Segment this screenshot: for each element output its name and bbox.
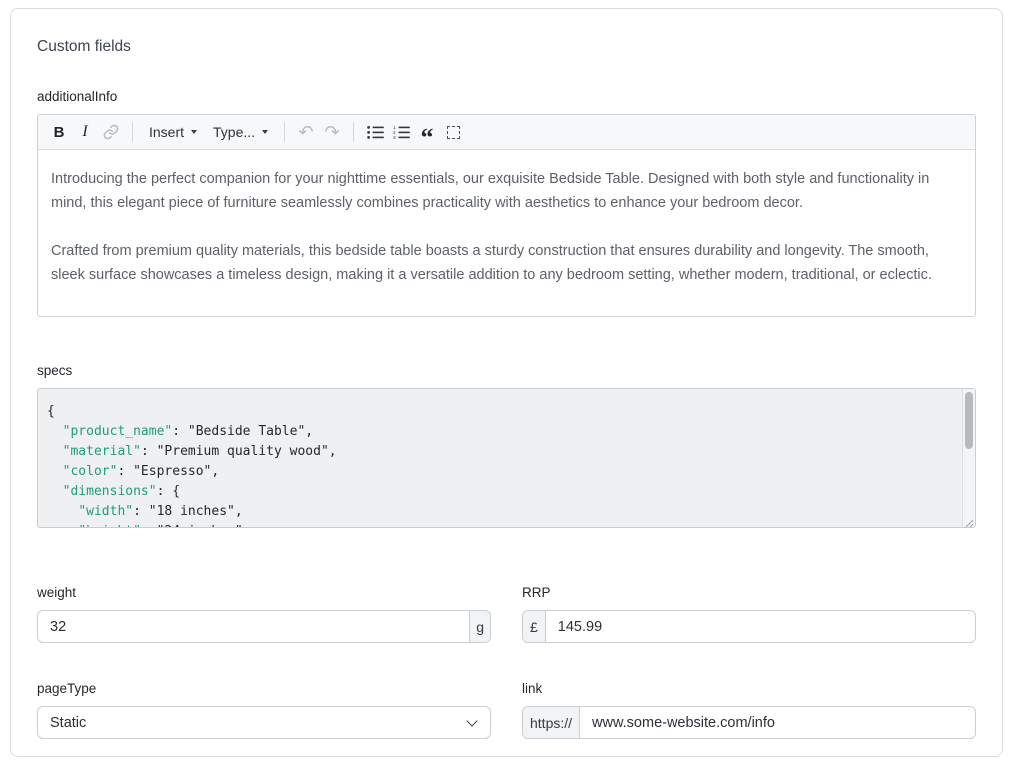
page-type-field: pageType Static xyxy=(37,681,491,739)
bullet-list-button[interactable] xyxy=(362,119,388,145)
caret-down-icon xyxy=(191,130,197,134)
specs-scrollbar[interactable] xyxy=(962,389,975,527)
code-line: "height": "24 inches", xyxy=(47,522,951,528)
type-menu-button[interactable]: Type... xyxy=(205,119,276,145)
rrp-field: RRP £ xyxy=(522,585,976,643)
redo-icon: ↷ xyxy=(325,123,340,141)
link-input[interactable] xyxy=(580,707,975,738)
redo-button[interactable]: ↷ xyxy=(319,119,345,145)
page-type-select[interactable]: Static xyxy=(37,706,491,739)
weight-input-group: g xyxy=(37,610,491,643)
undo-icon: ↶ xyxy=(299,123,314,141)
caret-down-icon xyxy=(262,130,268,134)
bold-button[interactable]: B xyxy=(46,119,72,145)
blockquote-button[interactable]: “ xyxy=(414,119,440,145)
code-line: "dimensions": { xyxy=(47,482,951,502)
rrp-label: RRP xyxy=(522,585,976,600)
numbered-list-icon: 1 2 3 xyxy=(393,125,410,140)
link-field: link https:// xyxy=(522,681,976,739)
link-button[interactable] xyxy=(98,119,124,145)
svg-text:3: 3 xyxy=(393,135,396,140)
code-line: { xyxy=(47,402,951,422)
link-input-group: https:// xyxy=(522,706,976,739)
undo-button[interactable]: ↶ xyxy=(293,119,319,145)
code-line: "color": "Espresso", xyxy=(47,462,951,482)
code-line: "width": "18 inches", xyxy=(47,502,951,522)
toolbar-divider xyxy=(132,122,133,142)
code-line: "product_name": "Bedside Table", xyxy=(47,422,951,442)
link-icon xyxy=(103,124,119,140)
protocol-addon: https:// xyxy=(523,707,580,738)
editor-paragraph: Introducing the perfect companion for yo… xyxy=(51,167,962,215)
weight-unit-addon: g xyxy=(469,611,490,642)
custom-fields-card: Custom fields additionalInfo B I Insert … xyxy=(10,8,1003,757)
resize-handle-icon[interactable] xyxy=(963,515,974,526)
show-blocks-button[interactable] xyxy=(440,119,466,145)
link-label: link xyxy=(522,681,976,696)
rrp-input-group: £ xyxy=(522,610,976,643)
additional-info-label: additionalInfo xyxy=(37,89,976,104)
specs-code: { "product_name": "Bedside Table", "mate… xyxy=(38,389,975,528)
scrollbar-thumb[interactable] xyxy=(965,392,973,449)
dashed-square-icon xyxy=(447,126,460,139)
weight-input[interactable] xyxy=(38,611,469,642)
page-title: Custom fields xyxy=(37,38,976,56)
specs-textarea[interactable]: { "product_name": "Bedside Table", "mate… xyxy=(37,388,976,528)
editor-toolbar: B I Insert Type... ↶ ↷ xyxy=(38,115,975,150)
page-type-select-wrap: Static xyxy=(37,706,491,739)
rich-text-editor: B I Insert Type... ↶ ↷ xyxy=(37,114,976,317)
page-type-label: pageType xyxy=(37,681,491,696)
bullet-list-icon xyxy=(367,125,384,140)
editor-content[interactable]: Introducing the perfect companion for yo… xyxy=(38,150,975,316)
insert-menu-button[interactable]: Insert xyxy=(141,119,205,145)
currency-addon: £ xyxy=(523,611,546,642)
toolbar-divider xyxy=(353,122,354,142)
blockquote-icon: “ xyxy=(421,133,434,143)
numbered-list-button[interactable]: 1 2 3 xyxy=(388,119,414,145)
editor-paragraph: Crafted from premium quality materials, … xyxy=(51,239,962,287)
specs-label: specs xyxy=(37,363,976,378)
italic-button[interactable]: I xyxy=(72,119,98,145)
code-line: "material": "Premium quality wood", xyxy=(47,442,951,462)
specs-field: specs { "product_name": "Bedside Table",… xyxy=(37,363,976,528)
weight-field: weight g xyxy=(37,585,491,643)
weight-label: weight xyxy=(37,585,491,600)
toolbar-divider xyxy=(284,122,285,142)
rrp-input[interactable] xyxy=(546,611,975,642)
